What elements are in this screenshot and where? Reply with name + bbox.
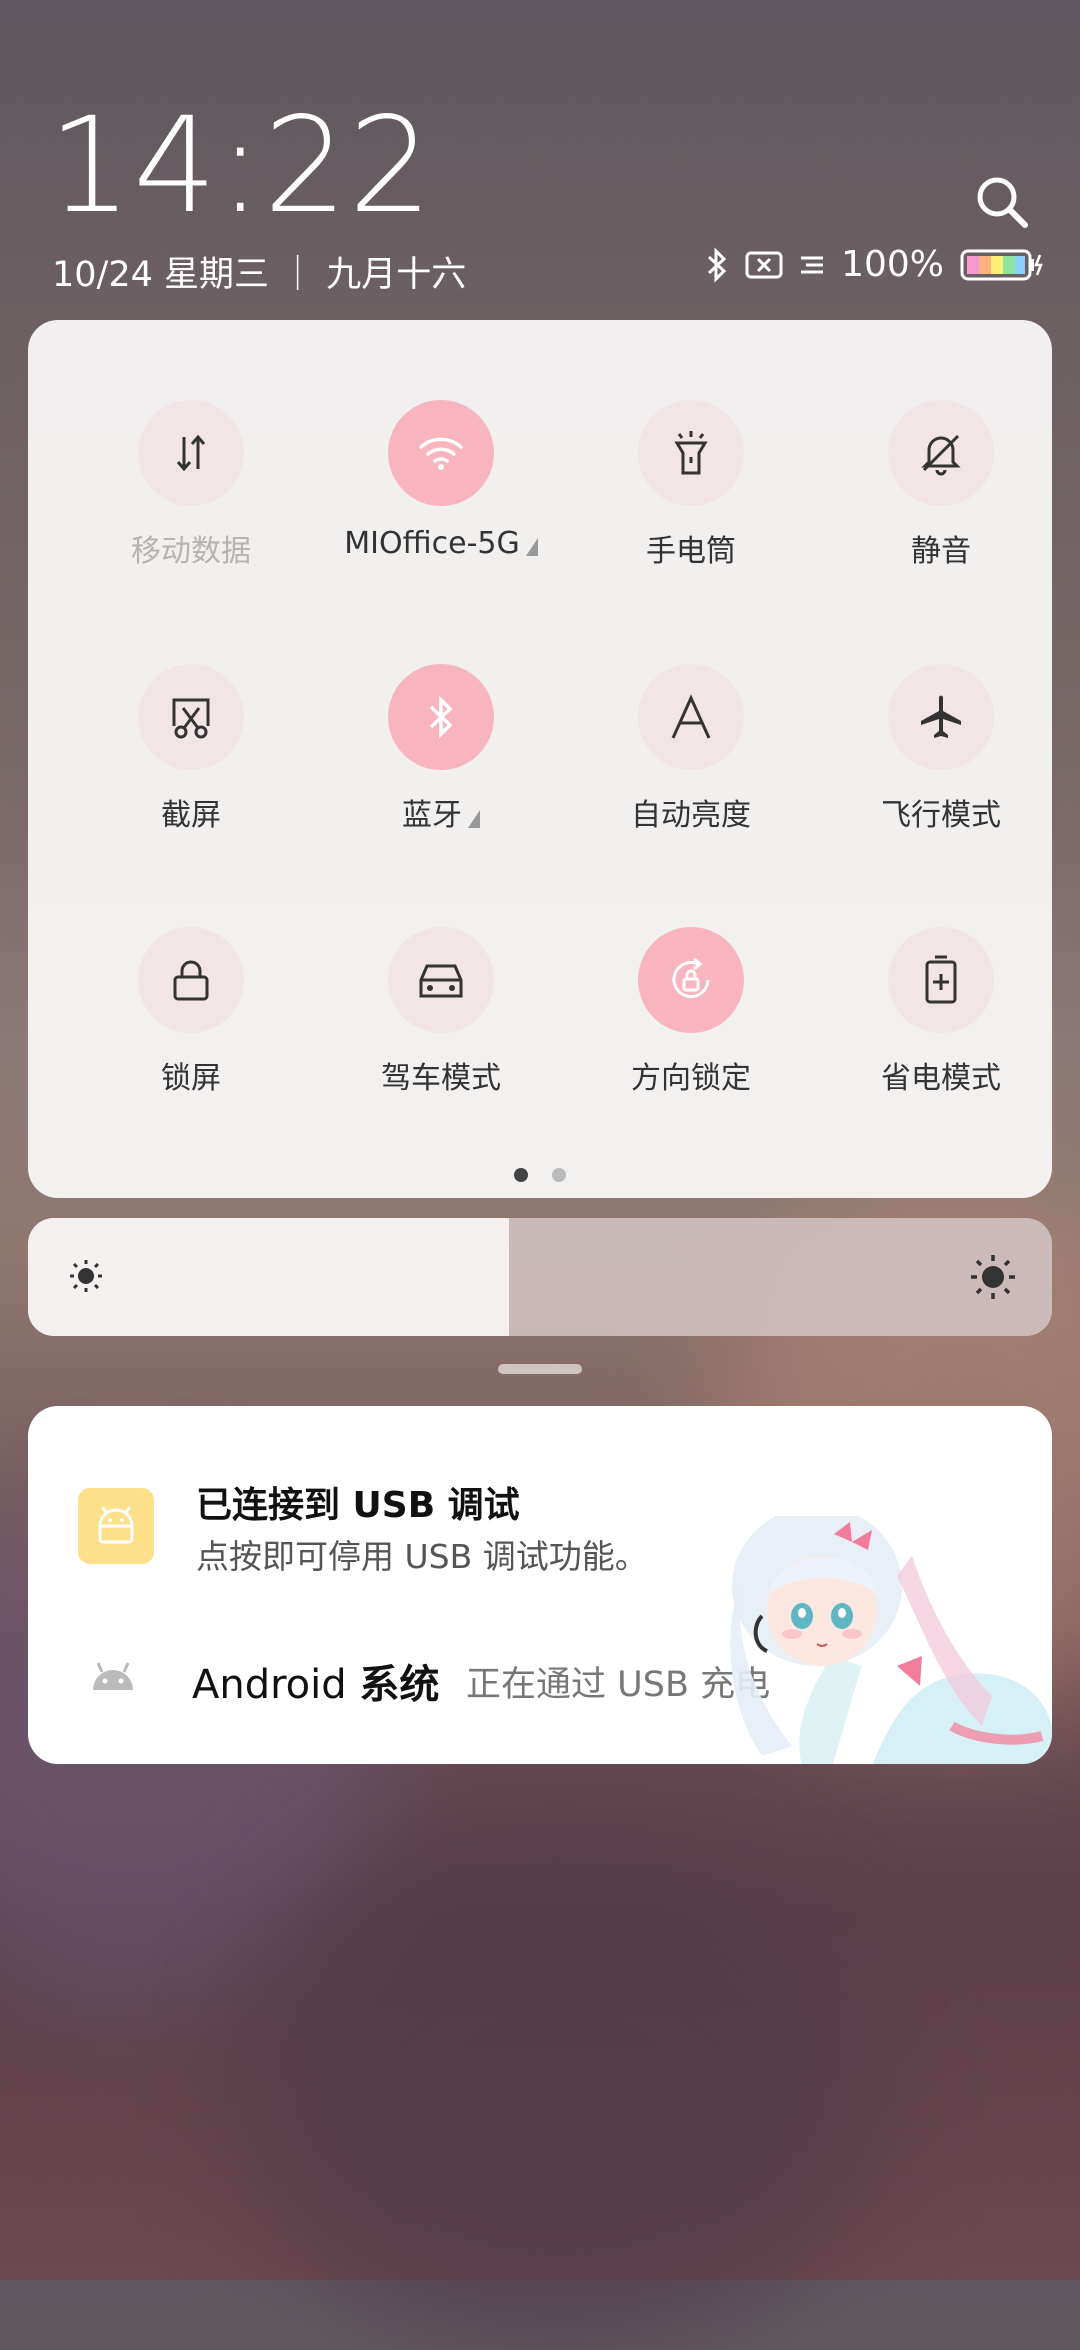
tile-screenshot[interactable]: 截屏 — [66, 664, 316, 884]
airplane-icon[interactable] — [888, 664, 994, 770]
tile-mute[interactable]: 静音 — [816, 400, 1066, 620]
tile-auto-brightness[interactable]: 自动亮度 — [566, 664, 816, 884]
tile-label: 方向锁定 — [631, 1061, 751, 1096]
tile-label: 蓝牙 — [316, 790, 566, 834]
tile-label: 驾车模式 — [381, 1061, 501, 1096]
bluetooth-icon[interactable] — [388, 664, 494, 770]
status-bar: 100% — [705, 244, 1046, 285]
tile-label: 截屏 — [161, 798, 221, 833]
tile-lock[interactable]: 锁屏 — [66, 927, 316, 1147]
screenshot-icon[interactable] — [138, 664, 244, 770]
tile-airplane[interactable]: 飞行模式 — [816, 664, 1066, 884]
tile-label-text: MIOffice-5G — [344, 526, 520, 561]
pager-dots[interactable] — [28, 1168, 1052, 1182]
app-name-en: Android — [192, 1662, 347, 1708]
android-icon — [90, 1660, 136, 1696]
tile-wifi[interactable]: MIOffice-5G — [316, 400, 566, 620]
brightness-low-icon — [68, 1258, 104, 1298]
mobile-data-icon[interactable] — [138, 400, 244, 506]
mute-icon[interactable] — [888, 400, 994, 506]
bluetooth-status-icon — [705, 246, 729, 283]
no-sim-icon — [745, 250, 783, 280]
car-icon[interactable] — [388, 927, 494, 1033]
app-name-cn: 系统 — [359, 1662, 440, 1708]
pager-dot-2[interactable] — [552, 1168, 566, 1182]
drag-handle[interactable] — [498, 1364, 582, 1374]
lock-icon[interactable] — [138, 927, 244, 1033]
notification-app-name: Android 系统 — [192, 1652, 439, 1710]
tile-label: 飞行模式 — [881, 798, 1001, 833]
tile-label: 省电模式 — [881, 1061, 1001, 1096]
tile-label: 自动亮度 — [631, 798, 751, 833]
tile-label: 锁屏 — [161, 1061, 221, 1096]
tile-bluetooth[interactable]: 蓝牙 — [316, 664, 566, 884]
tile-flashlight[interactable]: 手电筒 — [566, 400, 816, 620]
wifi-icon[interactable] — [388, 400, 494, 506]
brightness-slider[interactable] — [28, 1218, 1052, 1336]
tile-mobile-data[interactable]: 移动数据 — [66, 400, 316, 620]
expand-triangle-icon[interactable] — [525, 537, 538, 556]
notification-list-icon — [799, 253, 825, 277]
battery-saver-icon[interactable] — [888, 927, 994, 1033]
tile-label: 移动数据 — [131, 534, 251, 569]
battery-icon — [960, 248, 1046, 282]
tile-rotation-lock[interactable]: 方向锁定 — [566, 927, 816, 1147]
expand-triangle-icon[interactable] — [468, 809, 480, 828]
clock-time[interactable]: 14:22 — [48, 100, 433, 232]
battery-percentage: 100% — [841, 244, 944, 285]
notification-card[interactable]: 已连接到 USB 调试 点按即可停用 USB 调试功能。 Android 系统 … — [28, 1406, 1052, 1764]
tile-car[interactable]: 驾车模式 — [316, 927, 566, 1147]
clock-date[interactable]: 10/24 星期三 ｜ 九月十六 — [52, 246, 466, 297]
search-icon[interactable] — [974, 174, 1030, 230]
tile-label: 静音 — [911, 534, 971, 569]
flashlight-icon[interactable] — [638, 400, 744, 506]
pager-dot-1[interactable] — [514, 1168, 528, 1182]
anime-character-illustration — [730, 1516, 1052, 1764]
auto-brightness-icon[interactable] — [638, 664, 744, 770]
quick-settings-panel: 移动数据 MIOffice-5G 手电筒 静音截屏 蓝牙 自动亮度 飞行模式锁屏 驾车模式 方向… — [28, 320, 1052, 1198]
notification-title: 已连接到 USB 调试 — [196, 1485, 520, 1526]
tile-label: 手电筒 — [646, 534, 736, 569]
tile-label: MIOffice-5G — [316, 526, 566, 561]
android-usb-icon — [78, 1488, 154, 1564]
tile-battery-saver[interactable]: 省电模式 — [816, 927, 1066, 1147]
rotation-lock-icon[interactable] — [638, 927, 744, 1033]
brightness-high-icon — [970, 1254, 1016, 1304]
tile-label-text: 蓝牙 — [402, 798, 462, 833]
notification-body: 点按即可停用 USB 调试功能。 — [196, 1537, 648, 1576]
